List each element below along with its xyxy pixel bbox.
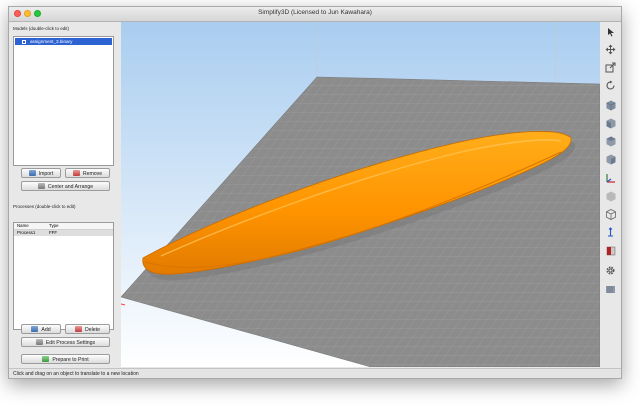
title-bar[interactable]: Simplify3D (Licensed to Jun Kawahara): [9, 7, 621, 22]
view-side-cube-icon[interactable]: [605, 154, 616, 165]
delete-process-button[interactable]: Delete: [65, 324, 110, 334]
import-button[interactable]: Import: [21, 168, 61, 178]
add-process-button[interactable]: Add: [21, 324, 61, 334]
add-icon: [31, 326, 39, 332]
column-name-header[interactable]: Name: [17, 223, 29, 229]
scene-canvas[interactable]: [121, 22, 600, 367]
vertical-axis-icon[interactable]: [605, 227, 616, 238]
scale-icon[interactable]: [605, 62, 616, 73]
remove-icon: [72, 170, 80, 176]
process-row[interactable]: Process1 FFF: [14, 230, 113, 236]
process-type: FFF: [49, 230, 58, 235]
center-and-arrange-button[interactable]: Center and Arrange: [21, 181, 110, 191]
model-name: assignment_3.binary: [30, 39, 73, 44]
status-bar: Click and drag on an object to translate…: [9, 368, 621, 378]
models-list[interactable]: assignment_3.binary: [13, 36, 114, 166]
layer-view-icon[interactable]: [605, 283, 616, 294]
rotate-icon[interactable]: [605, 80, 616, 91]
cross-section-icon[interactable]: [605, 245, 616, 256]
import-icon: [28, 170, 36, 176]
move-icon[interactable]: [605, 44, 616, 55]
column-type-header[interactable]: Type: [49, 223, 59, 229]
shaded-cube-icon[interactable]: [605, 191, 616, 202]
view-front-cube-icon[interactable]: [605, 118, 616, 129]
arrange-icon: [37, 183, 45, 189]
view-toolbar: [600, 22, 621, 367]
models-label: Models (double-click to edit): [13, 26, 70, 31]
delete-icon: [75, 326, 82, 332]
view-iso-cube-icon[interactable]: [605, 100, 616, 111]
settings-icon: [35, 339, 43, 345]
processes-header: Name Type: [14, 223, 113, 230]
print-icon: [42, 356, 50, 362]
process-name: Process1: [17, 230, 36, 235]
left-panel: Models (double-click to edit) assignment…: [9, 22, 121, 370]
processes-list[interactable]: Name Type Process1 FFF: [13, 222, 114, 330]
processes-label: Processes (double-click to edit): [13, 204, 76, 209]
wireframe-cube-icon[interactable]: [605, 209, 616, 220]
status-text: Click and drag on an object to translate…: [13, 371, 139, 377]
axes-icon[interactable]: [605, 173, 616, 184]
prepare-to-print-button[interactable]: Prepare to Print: [21, 354, 110, 364]
app-window: Simplify3D (Licensed to Jun Kawahara) Mo…: [8, 6, 622, 379]
select-arrow-icon[interactable]: [605, 26, 616, 37]
gear-icon[interactable]: [605, 265, 616, 276]
3d-viewport[interactable]: [121, 22, 600, 367]
window-title: Simplify3D (Licensed to Jun Kawahara): [258, 9, 372, 16]
model-list-item[interactable]: assignment_3.binary: [15, 38, 112, 45]
remove-button[interactable]: Remove: [65, 168, 110, 178]
edit-process-settings-button[interactable]: Edit Process Settings: [21, 337, 110, 347]
view-top-cube-icon[interactable]: [605, 136, 616, 147]
model-checkbox[interactable]: [22, 40, 26, 44]
